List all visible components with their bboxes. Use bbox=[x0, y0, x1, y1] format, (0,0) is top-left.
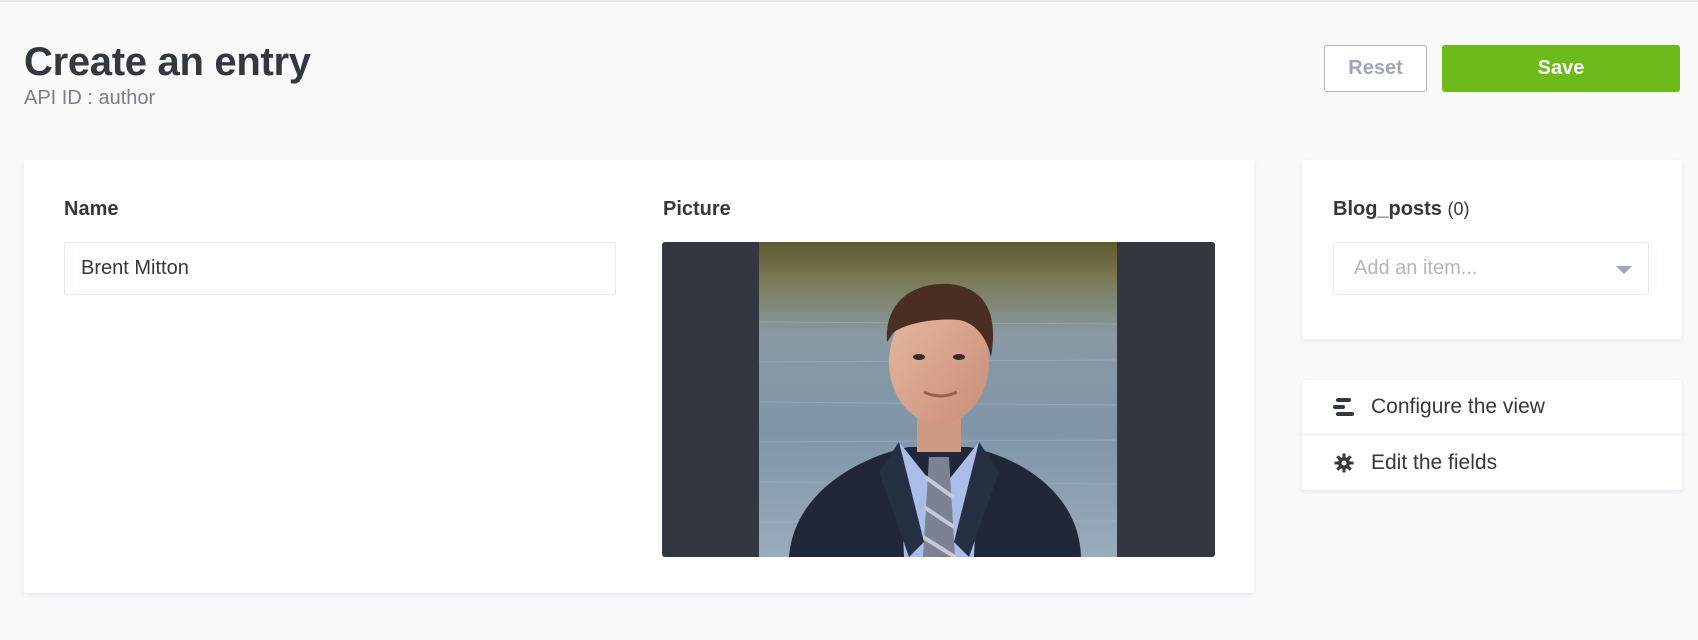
gear-icon bbox=[1332, 451, 1356, 475]
name-input[interactable]: Brent Mitton bbox=[64, 242, 616, 295]
chevron-down-icon bbox=[1616, 266, 1632, 274]
save-button[interactable]: Save bbox=[1442, 45, 1680, 92]
configure-view-label: Configure the view bbox=[1371, 395, 1545, 418]
settings-menu-card: Configure the view Edit the fields bbox=[1302, 380, 1682, 490]
top-divider bbox=[0, 0, 1698, 2]
add-item-select[interactable]: Add an item... bbox=[1333, 242, 1649, 295]
entry-form-card: Name Brent Mitton Picture bbox=[24, 160, 1254, 593]
relation-card: Blog_posts (0) Add an item... bbox=[1302, 160, 1682, 339]
reset-button[interactable]: Reset bbox=[1324, 45, 1427, 92]
picture-label: Picture bbox=[663, 198, 731, 220]
layout-icon bbox=[1332, 395, 1356, 419]
page-title: Create an entry bbox=[24, 40, 311, 84]
configure-view-link[interactable]: Configure the view bbox=[1302, 380, 1682, 435]
page-header: Create an entry API ID : author bbox=[24, 38, 311, 110]
name-label: Name bbox=[64, 198, 119, 220]
edit-fields-link[interactable]: Edit the fields bbox=[1302, 435, 1682, 490]
picture-upload[interactable] bbox=[662, 242, 1215, 557]
relation-label: Blog_posts (0) bbox=[1333, 198, 1469, 221]
relation-name: Blog_posts bbox=[1333, 198, 1442, 220]
relation-count: (0) bbox=[1447, 199, 1470, 219]
add-item-placeholder: Add an item... bbox=[1354, 257, 1478, 279]
edit-fields-label: Edit the fields bbox=[1371, 450, 1498, 474]
picture-preview bbox=[759, 242, 1117, 557]
page-subtitle: API ID : author bbox=[24, 87, 156, 109]
